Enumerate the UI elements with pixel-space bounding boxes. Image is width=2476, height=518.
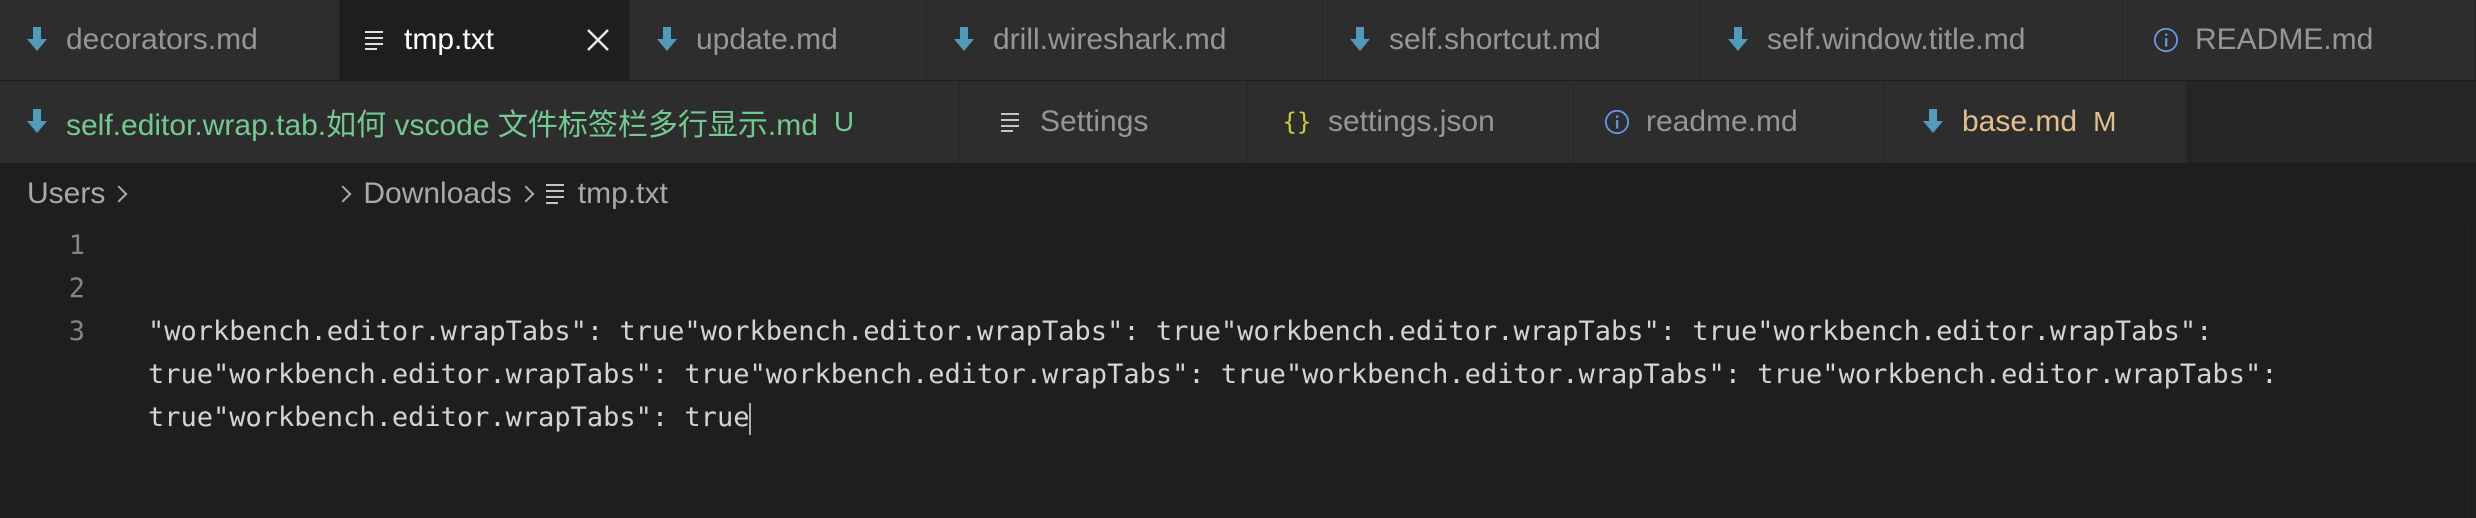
line-number: 1 bbox=[68, 230, 85, 261]
tab-label: self.editor.wrap.tab.如何 vscode 文件标签栏多行显示… bbox=[66, 109, 818, 142]
tab-label: Settings bbox=[1040, 105, 1149, 138]
tab-label: self.shortcut.md bbox=[1389, 23, 1601, 56]
text-cursor bbox=[749, 402, 752, 435]
tab-self-editor-wrap-tab-md[interactable]: self.editor.wrap.tab.如何 vscode 文件标签栏多行显示… bbox=[0, 81, 960, 163]
code-content[interactable]: "workbench.editor.wrapTabs": true"workbe… bbox=[148, 224, 2476, 439]
tab-label: decorators.md bbox=[66, 23, 258, 56]
tab-label: settings.json bbox=[1328, 105, 1495, 138]
code-line-3-text: true"workbench.editor.wrapTabs": true bbox=[148, 402, 750, 433]
code-line-3-segment[interactable]: "workbench.editor.wrapTabs": true"workbe… bbox=[148, 310, 2476, 353]
file-lines-icon bbox=[545, 184, 564, 204]
download-arrow-icon bbox=[1347, 25, 1373, 55]
tab-settings-json[interactable]: {} settings.json bbox=[1248, 81, 1574, 163]
breadcrumb-label: Downloads bbox=[363, 177, 512, 210]
tab-update-md[interactable]: update.md bbox=[630, 0, 927, 80]
tab-label: README.md bbox=[2195, 23, 2374, 56]
editor-tab-bar: decorators.md tmp.txt update.md drill.wi… bbox=[0, 0, 2476, 164]
breadcrumb-label: tmp.txt bbox=[577, 177, 668, 210]
line-number: 3 bbox=[68, 316, 85, 347]
download-arrow-icon bbox=[24, 25, 50, 55]
tab-row-1: decorators.md tmp.txt update.md drill.wi… bbox=[0, 0, 2476, 81]
download-arrow-icon bbox=[951, 25, 977, 55]
info-icon bbox=[1604, 107, 1630, 137]
tab-label: drill.wireshark.md bbox=[993, 23, 1227, 56]
tab-base-md[interactable]: base.md M bbox=[1884, 81, 2187, 163]
chevron-right-icon bbox=[110, 185, 128, 203]
tab-tmp-txt[interactable]: tmp.txt bbox=[340, 0, 630, 80]
code-line-3-segment[interactable]: true"workbench.editor.wrapTabs": true"wo… bbox=[148, 353, 2476, 396]
tab-row-2: self.editor.wrap.tab.如何 vscode 文件标签栏多行显示… bbox=[0, 81, 2476, 164]
untracked-badge: U bbox=[833, 106, 855, 137]
tab-bar-empty-area bbox=[2187, 81, 2476, 163]
chevron-right-icon bbox=[334, 185, 352, 203]
modified-badge: M bbox=[2093, 106, 2117, 137]
tab-self-window-title-md[interactable]: self.window.title.md bbox=[1701, 0, 2123, 80]
code-line-3-segment[interactable]: true"workbench.editor.wrapTabs": true bbox=[148, 396, 2476, 439]
breadcrumb-item-downloads[interactable]: Downloads bbox=[363, 177, 511, 211]
breadcrumb-label: Users bbox=[27, 177, 106, 210]
tab-decorators-md[interactable]: decorators.md bbox=[0, 0, 340, 80]
info-icon bbox=[2153, 25, 2179, 55]
tab-label: self.window.title.md bbox=[1767, 23, 2026, 56]
breadcrumb-item-users[interactable]: Users bbox=[27, 177, 105, 211]
tab-label: tmp.txt bbox=[404, 23, 495, 56]
line-number-gutter: 1 2 3 bbox=[0, 224, 85, 353]
tab-self-shortcut-md[interactable]: self.shortcut.md bbox=[1323, 0, 1701, 80]
braces-icon: {} bbox=[1282, 108, 1312, 136]
tab-label: readme.md bbox=[1646, 105, 1798, 138]
chevron-right-icon bbox=[517, 185, 535, 203]
tab-label: update.md bbox=[696, 23, 838, 56]
code-line-1[interactable] bbox=[148, 224, 2476, 267]
download-arrow-icon bbox=[1920, 107, 1946, 137]
tab-settings[interactable]: Settings bbox=[960, 81, 1248, 163]
download-arrow-icon bbox=[24, 107, 50, 137]
download-arrow-icon bbox=[654, 25, 680, 55]
close-icon[interactable] bbox=[585, 27, 611, 53]
tab-readme-md[interactable]: README.md bbox=[2123, 0, 2476, 80]
tab-drill-wireshark-md[interactable]: drill.wireshark.md bbox=[927, 0, 1323, 80]
file-lines-icon bbox=[362, 25, 388, 55]
tab-readme-lower-md[interactable]: readme.md bbox=[1574, 81, 1884, 163]
line-number: 2 bbox=[68, 273, 85, 304]
vertical-scrollbar[interactable] bbox=[2467, 224, 2476, 518]
code-line-2[interactable] bbox=[148, 267, 2476, 310]
code-editor[interactable]: 1 2 3 "workbench.editor.wrapTabs": true"… bbox=[0, 224, 2476, 518]
breadcrumb: Users Downloads tmp.txt bbox=[0, 164, 2476, 224]
file-lines-icon bbox=[998, 107, 1024, 137]
download-arrow-icon bbox=[1725, 25, 1751, 55]
tab-label: base.md bbox=[1962, 105, 2078, 138]
breadcrumb-item-file[interactable]: tmp.txt bbox=[545, 177, 668, 211]
